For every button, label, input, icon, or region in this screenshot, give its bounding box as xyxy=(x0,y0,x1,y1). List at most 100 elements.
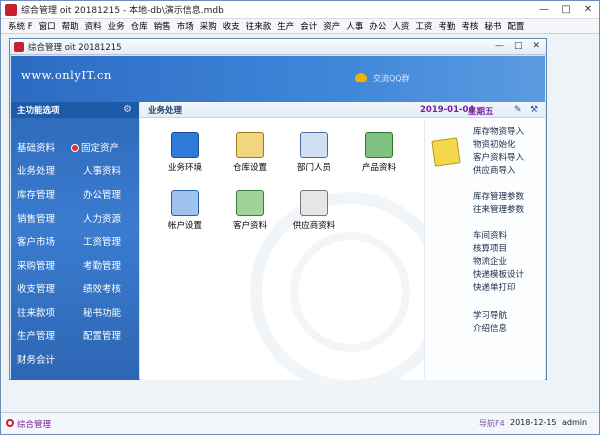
magnifier-icon xyxy=(236,132,264,158)
tool-icon[interactable]: ⚒ xyxy=(530,105,538,115)
menu-personnel[interactable]: 人事 xyxy=(343,20,366,32)
nav-fixed-assets[interactable]: 固定资产 xyxy=(71,140,119,154)
sidebar-title: 主功能选项 xyxy=(17,106,60,116)
nav-performance[interactable]: 绩效考核 xyxy=(83,281,121,295)
magnifier-people-icon xyxy=(300,132,328,158)
menu-data[interactable]: 资料 xyxy=(82,20,105,32)
app-window: 综合管理 oit 20181215 - 本地-db\演示信息.mdb — □ ✕… xyxy=(0,0,600,435)
gear-icon[interactable]: ⚙ xyxy=(123,105,133,115)
wand-icon[interactable]: ✎ xyxy=(514,105,522,115)
app-logo-icon xyxy=(5,3,17,16)
link-supplier-import[interactable]: 供应商导入 xyxy=(473,164,516,176)
inner-maximize-button[interactable]: □ xyxy=(514,41,523,51)
menu-system[interactable]: 系统 F xyxy=(5,20,36,32)
nav-accounts[interactable]: 往来款项 xyxy=(17,305,55,319)
blue-clock-icon xyxy=(171,132,199,158)
nav-config[interactable]: 配置管理 xyxy=(83,328,121,342)
current-date: 2019-01-04 xyxy=(420,105,475,115)
link-inventory-params[interactable]: 库存管理参数 xyxy=(473,190,524,202)
sidebar: 主功能选项 ⚙ 基础资料 业务处理 库存管理 销售管理 客户市场 采购管理 收支… xyxy=(11,102,139,380)
nav-basic-data[interactable]: 基础资料 xyxy=(17,140,55,154)
link-inventory-import[interactable]: 库存物资导入 xyxy=(473,125,524,137)
link-accounts-params[interactable]: 往来管理参数 xyxy=(473,203,524,215)
inner-title-bar: 综合管理 oit 20181215 — □ ✕ xyxy=(10,39,546,55)
menu-hr[interactable]: 人资 xyxy=(389,20,412,32)
tile-customer-data[interactable]: 客户资料 xyxy=(215,190,285,231)
menu-accounts[interactable]: 往来款 xyxy=(243,20,275,32)
sidebar-header: 主功能选项 ⚙ xyxy=(11,102,139,118)
link-customer-import[interactable]: 客户资料导入 xyxy=(473,151,524,163)
menu-office[interactable]: 办公 xyxy=(366,20,389,32)
link-inventory-init[interactable]: 物资初始化 xyxy=(473,138,516,150)
menu-config[interactable]: 配置 xyxy=(504,20,527,32)
status-user: admin xyxy=(562,418,588,427)
customer-icon xyxy=(236,190,264,216)
link-intro-info[interactable]: 介绍信息 xyxy=(473,322,507,334)
menu-sales[interactable]: 销售 xyxy=(151,20,174,32)
menu-secretary[interactable]: 秘书 xyxy=(481,20,504,32)
nav-inventory[interactable]: 库存管理 xyxy=(17,187,55,201)
menu-purchase[interactable]: 采购 xyxy=(197,20,220,32)
module-icon xyxy=(6,419,14,427)
link-accounting-items[interactable]: 核算项目 xyxy=(473,242,507,254)
account-icon xyxy=(171,190,199,216)
menu-business[interactable]: 业务 xyxy=(105,20,128,32)
inner-close-button[interactable]: ✕ xyxy=(532,41,540,51)
menu-warehouse[interactable]: 仓库 xyxy=(128,20,151,32)
inner-window-title: 综合管理 oit 20181215 xyxy=(28,42,122,53)
menu-salary[interactable]: 工资 xyxy=(412,20,435,32)
nav-office[interactable]: 办公管理 xyxy=(83,187,121,201)
menu-evaluation[interactable]: 考核 xyxy=(458,20,481,32)
nav-production[interactable]: 生产管理 xyxy=(17,328,55,342)
tile-supplier-data[interactable]: 供应商资料 xyxy=(279,190,349,231)
menu-window[interactable]: 窗口 xyxy=(36,20,59,32)
close-button[interactable]: ✕ xyxy=(581,3,595,15)
tile-warehouse-settings[interactable]: 仓库设置 xyxy=(215,132,285,173)
menu-accounting[interactable]: 会计 xyxy=(297,20,320,32)
right-background xyxy=(550,38,599,380)
status-date: 2018-12-15 xyxy=(510,418,557,427)
nav-secretary[interactable]: 秘书功能 xyxy=(83,305,121,319)
nav-income-expense[interactable]: 收支管理 xyxy=(17,281,55,295)
site-url[interactable]: www.onlyIT.cn xyxy=(21,68,112,82)
link-logistics[interactable]: 物流企业 xyxy=(473,255,507,267)
nav-attendance[interactable]: 考勤管理 xyxy=(83,258,121,272)
fixed-assets-icon xyxy=(71,143,79,152)
tile-department-staff[interactable]: 部门人员 xyxy=(279,132,349,173)
status-bar: 综合管理 导航F4 2018-12-15 admin xyxy=(1,412,599,434)
nav-personnel[interactable]: 人事资料 xyxy=(83,163,121,177)
menu-bar: 系统 F 窗口 帮助 资料 业务 仓库 销售 市场 采购 收支 往来款 生产 会… xyxy=(1,19,599,34)
link-express-print[interactable]: 快递单打印 xyxy=(473,281,516,293)
link-express-template[interactable]: 快递模板设计 xyxy=(473,268,524,280)
table-icon xyxy=(365,132,393,158)
link-workshop[interactable]: 车间资料 xyxy=(473,229,507,241)
menu-income[interactable]: 收支 xyxy=(220,20,243,32)
minimize-button[interactable]: — xyxy=(537,3,551,15)
current-weekday: 星期五 xyxy=(468,107,494,117)
nav-finance[interactable]: 财务会计 xyxy=(17,352,55,366)
menu-attendance[interactable]: 考勤 xyxy=(435,20,458,32)
app-logo-icon xyxy=(14,41,24,52)
supplier-icon xyxy=(300,190,328,216)
tile-business-env[interactable]: 业务环境 xyxy=(150,132,220,173)
maximize-button[interactable]: □ xyxy=(559,3,573,15)
tile-product-data[interactable]: 产品资料 xyxy=(344,132,414,173)
menu-production[interactable]: 生产 xyxy=(274,20,297,32)
content-header: 业务处理 2019-01-04 星期五 ✎ ⚒ xyxy=(140,102,545,118)
nav-sales[interactable]: 销售管理 xyxy=(17,211,55,225)
menu-help[interactable]: 帮助 xyxy=(59,20,82,32)
notepad-icon xyxy=(431,137,461,167)
qq-group-link[interactable]: 交流QQ群 xyxy=(373,73,410,84)
nav-customer-market[interactable]: 客户市场 xyxy=(17,234,55,248)
link-learning-guide[interactable]: 学习导航 xyxy=(473,309,507,321)
nav-salary[interactable]: 工资管理 xyxy=(83,234,121,248)
nav-hr[interactable]: 人力资源 xyxy=(83,211,121,225)
menu-assets[interactable]: 资产 xyxy=(320,20,343,32)
window-title: 综合管理 oit 20181215 - 本地-db\演示信息.mdb xyxy=(21,6,224,16)
nav-business[interactable]: 业务处理 xyxy=(17,163,55,177)
tile-account-settings[interactable]: 帐户设置 xyxy=(150,190,220,231)
nav-purchase[interactable]: 采购管理 xyxy=(17,258,55,272)
status-hint: 导航F4 xyxy=(479,419,505,428)
inner-minimize-button[interactable]: — xyxy=(495,41,504,51)
menu-market[interactable]: 市场 xyxy=(174,20,197,32)
